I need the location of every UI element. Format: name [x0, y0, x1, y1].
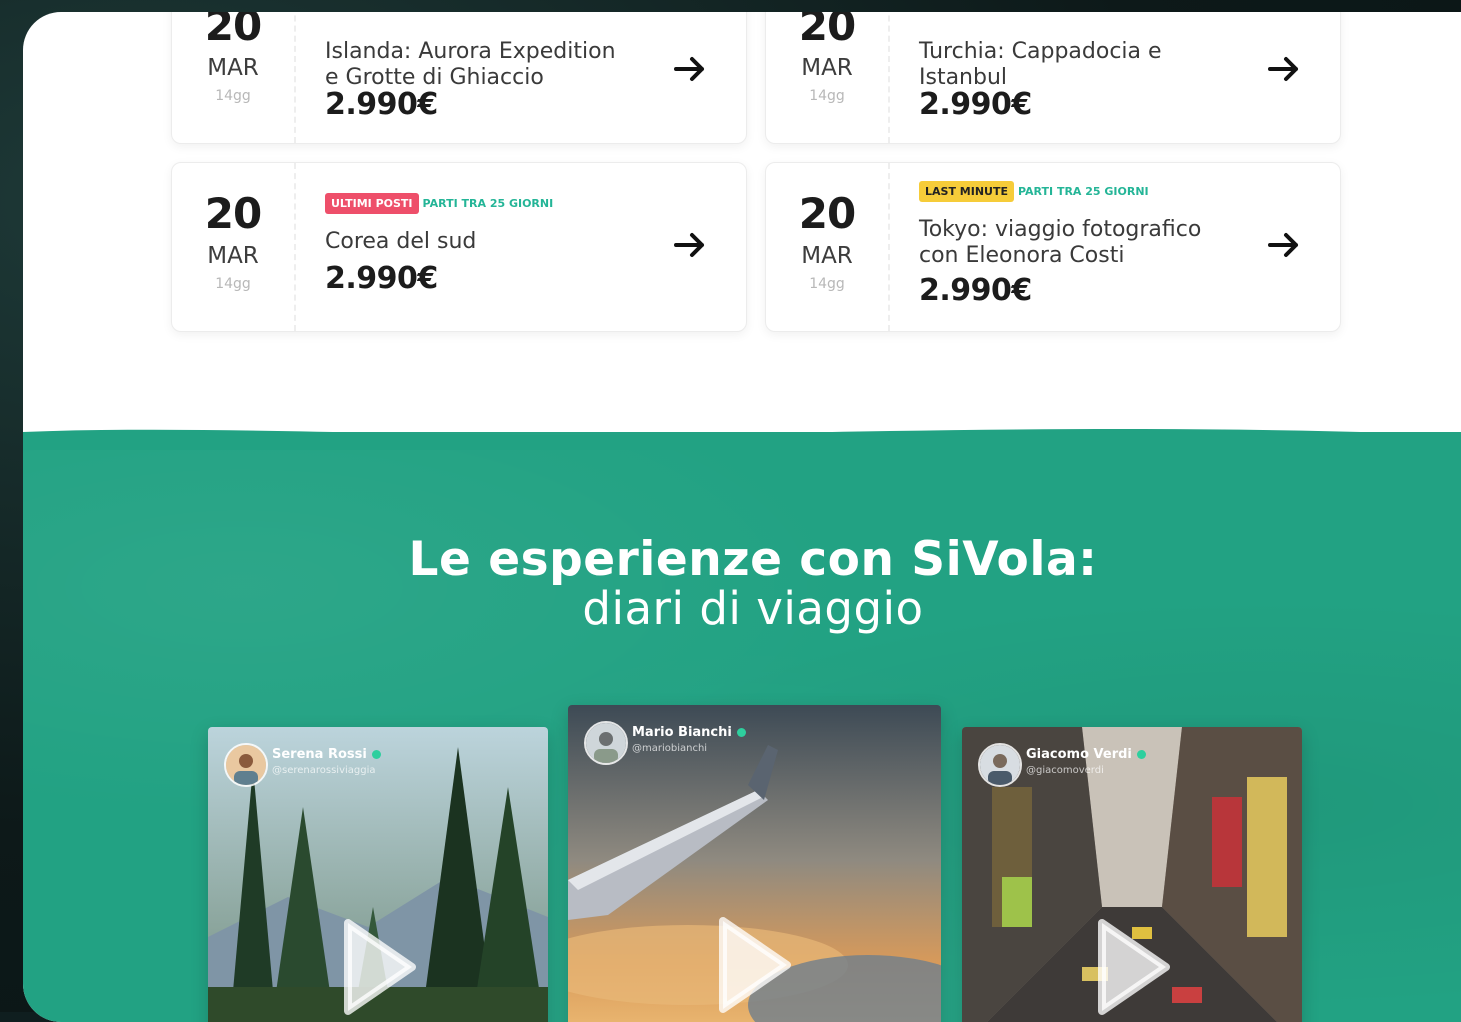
trip-duration: 14gg: [172, 276, 294, 292]
video-card[interactable]: Serena Rossi @serenarossiviaggia: [208, 727, 548, 1022]
avatar: [584, 721, 628, 765]
experiences-section: Le esperienze con SiVola: diari di viagg…: [23, 432, 1461, 1022]
trip-title: Corea del sud: [325, 229, 665, 255]
ultimi-posti-badge: ULTIMI POSTI: [325, 193, 419, 214]
trip-card[interactable]: 20 MAR 14gg ULTIMI POSTIPARTI TRA 25 GIO…: [171, 162, 747, 332]
trip-badges: ULTIMI POSTIPARTI TRA 25 GIORNI: [325, 193, 559, 214]
trip-day: 20: [766, 189, 888, 238]
arrow-right-icon[interactable]: [1264, 225, 1304, 265]
trip-badges: LAST MINUTEPARTI TRA 25 GIORNI: [919, 181, 1155, 202]
trip-day: 20: [172, 12, 294, 50]
trip-date: 20 MAR 14gg: [766, 163, 890, 331]
play-icon[interactable]: [338, 917, 418, 1017]
trip-title: Turchia: Cappadocia e Istanbul: [919, 39, 1259, 91]
trip-day: 20: [766, 12, 888, 50]
arrow-right-icon[interactable]: [670, 225, 710, 265]
author-handle: @serenarossiviaggia: [272, 765, 376, 776]
trip-body: Turchia: Cappadocia e Istanbul 2.990€: [919, 12, 1249, 143]
trip-title: Islanda: Aurora Expedition e Grotte di G…: [325, 39, 665, 91]
author-name: Mario Bianchi: [632, 725, 732, 740]
trip-duration: 14gg: [766, 88, 888, 104]
trip-price: 2.990€: [919, 273, 1032, 308]
trip-body: Islanda: Aurora Expedition e Grotte di G…: [325, 12, 655, 143]
play-icon[interactable]: [713, 915, 793, 1015]
trip-duration: 14gg: [766, 276, 888, 292]
trip-price: 2.990€: [325, 87, 438, 122]
trip-title: Tokyo: viaggio fotografico con Eleonora …: [919, 217, 1259, 269]
trip-card[interactable]: 20 MAR 14gg LAST MINUTEPARTI TRA 25 GIOR…: [765, 162, 1341, 332]
trip-body: LAST MINUTEPARTI TRA 25 GIORNI Tokyo: vi…: [919, 163, 1249, 331]
arrow-right-icon[interactable]: [670, 49, 710, 89]
trip-month: MAR: [172, 55, 294, 81]
trip-card[interactable]: 20 MAR 14gg Islanda: Aurora Expedition e…: [171, 12, 747, 144]
avatar: [978, 743, 1022, 787]
trip-month: MAR: [766, 55, 888, 81]
trip-body: ULTIMI POSTIPARTI TRA 25 GIORNI Corea de…: [325, 163, 655, 331]
trip-date: 20 MAR 14gg: [172, 163, 296, 331]
section-title-bold: Le esperienze con SiVola:: [23, 532, 1461, 587]
page-window: 20 MAR 14gg Islanda: Aurora Expedition e…: [23, 12, 1461, 1022]
arrow-right-icon[interactable]: [1264, 49, 1304, 89]
last-minute-badge: LAST MINUTE: [919, 181, 1014, 202]
departure-countdown-badge: PARTI TRA 25 GIORNI: [419, 193, 560, 214]
video-card[interactable]: Mario Bianchi @mariobianchi: [568, 705, 941, 1022]
verified-icon: [737, 728, 746, 737]
trip-price: 2.990€: [325, 261, 438, 296]
verified-icon: [372, 750, 381, 759]
departure-countdown-badge: PARTI TRA 25 GIORNI: [1014, 181, 1155, 202]
author-name: Serena Rossi: [272, 747, 367, 762]
trip-date: 20 MAR 14gg: [172, 12, 296, 143]
trip-month: MAR: [172, 243, 294, 269]
author-handle: @mariobianchi: [632, 743, 707, 754]
trip-duration: 14gg: [172, 88, 294, 104]
avatar: [224, 743, 268, 787]
trip-month: MAR: [766, 243, 888, 269]
trip-price: 2.990€: [919, 87, 1032, 122]
play-icon[interactable]: [1092, 917, 1172, 1017]
author-handle: @giacomoverdi: [1026, 765, 1104, 776]
author-name: Giacomo Verdi: [1026, 747, 1132, 762]
video-card[interactable]: Giacomo Verdi @giacomoverdi: [962, 727, 1302, 1022]
verified-icon: [1137, 750, 1146, 759]
section-title-light: diari di viaggio: [23, 582, 1461, 635]
trip-date: 20 MAR 14gg: [766, 12, 890, 143]
trip-card[interactable]: 20 MAR 14gg Turchia: Cappadocia e Istanb…: [765, 12, 1341, 144]
trip-day: 20: [172, 189, 294, 238]
wave-edge: [23, 420, 1461, 450]
